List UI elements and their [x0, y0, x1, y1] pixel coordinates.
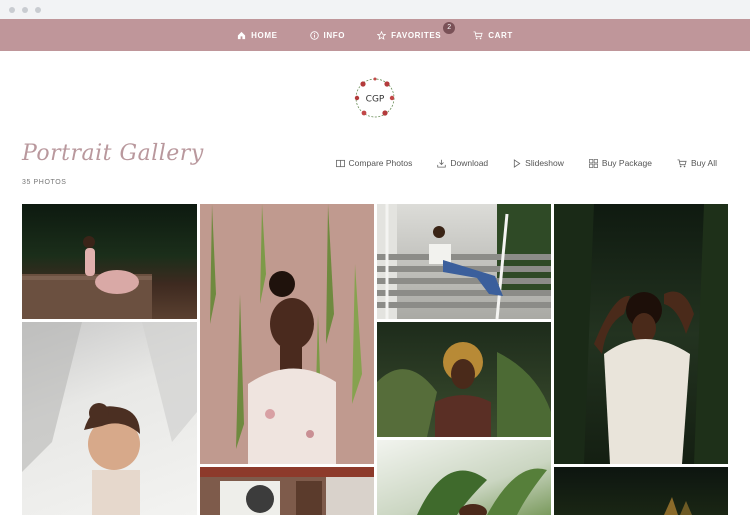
favorites-count-badge: 2	[443, 21, 456, 34]
window-dot	[35, 7, 41, 13]
brand-logo[interactable]: CGP	[352, 75, 398, 121]
gallery-photo[interactable]	[377, 204, 551, 319]
info-icon	[309, 30, 319, 40]
slideshow-button[interactable]: Slideshow	[513, 158, 564, 168]
browser-chrome	[0, 0, 750, 19]
photo-image	[210, 204, 362, 464]
play-icon	[514, 158, 521, 168]
buy-all-button[interactable]: Buy All	[677, 158, 717, 168]
window-dot	[9, 7, 15, 13]
logo-text: CGP	[366, 95, 385, 105]
home-icon	[238, 31, 246, 39]
gallery-actions: Compare Photos Download Slideshow Buy Pa…	[311, 158, 717, 168]
cart-icon	[677, 158, 687, 167]
gallery-photo[interactable]	[22, 204, 197, 319]
slideshow-label: Slideshow	[525, 158, 564, 168]
gallery-photo[interactable]	[200, 204, 374, 464]
gallery-photo[interactable]	[22, 322, 197, 515]
nav-favorites-label: FAVORITES	[391, 30, 442, 40]
top-nav: HOME INFO FAVORITES 2 CART	[0, 19, 750, 51]
photo-image	[377, 204, 551, 319]
buy-all-label: Buy All	[691, 158, 717, 168]
download-label: Download	[450, 158, 489, 168]
gallery-photo[interactable]	[554, 204, 728, 464]
compare-photos-label: Compare Photos	[348, 158, 413, 168]
window-dot	[22, 7, 28, 13]
nav-home[interactable]: HOME	[237, 31, 277, 40]
photo-image	[22, 236, 152, 319]
star-icon	[377, 30, 387, 40]
compare-icon	[335, 159, 345, 167]
buy-package-button[interactable]: Buy Package	[588, 158, 652, 168]
gallery-photo[interactable]	[377, 440, 551, 515]
gallery-photo[interactable]	[200, 467, 374, 515]
nav-info[interactable]: INFO	[309, 30, 346, 40]
photo-image	[554, 204, 728, 464]
cart-icon	[473, 30, 483, 39]
photo-image	[417, 468, 547, 515]
photo-image	[200, 467, 374, 515]
nav-home-label: HOME	[251, 30, 278, 40]
photo-image	[22, 322, 197, 515]
nav-cart-label: CART	[488, 30, 513, 40]
nav-favorites[interactable]: FAVORITES 2	[377, 21, 456, 40]
compare-photos-button[interactable]: Compare Photos	[335, 158, 413, 168]
nav-cart[interactable]: CART	[473, 31, 513, 40]
nav-info-label: INFO	[323, 30, 346, 40]
photo-image	[664, 497, 692, 515]
download-icon	[437, 159, 447, 168]
photo-count: 35 PHOTOS	[22, 179, 67, 186]
gallery-photo[interactable]	[554, 467, 728, 515]
buy-package-label: Buy Package	[601, 158, 652, 168]
package-icon	[588, 158, 598, 168]
gallery-title: Portrait Gallery	[22, 141, 204, 166]
photo-image	[377, 342, 551, 437]
gallery-photo[interactable]	[377, 322, 551, 437]
download-button[interactable]: Download	[437, 158, 488, 168]
